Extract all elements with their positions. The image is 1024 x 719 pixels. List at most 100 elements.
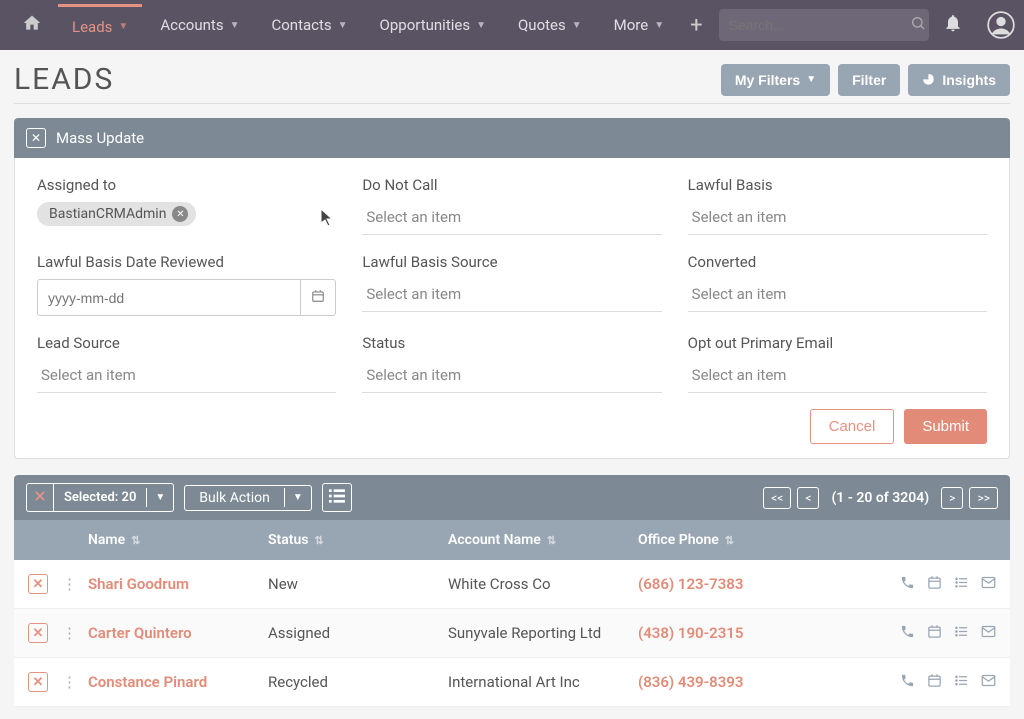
status-field: Status Select an item: [362, 334, 661, 393]
lead-name-link[interactable]: Constance Pinard: [88, 673, 268, 691]
nav-label: Contacts: [271, 16, 331, 34]
row-menu-icon[interactable]: ⋮: [62, 673, 77, 691]
calendar-icon[interactable]: [927, 673, 942, 692]
list-toolbar: Selected: 20 ▼ Bulk Action ▼ << < (1 - 2…: [14, 475, 1010, 520]
list-icon[interactable]: [954, 673, 969, 692]
date-input[interactable]: [37, 279, 301, 316]
lead-status: Assigned: [268, 624, 448, 642]
opt-out-field: Opt out Primary Email Select an item: [688, 334, 987, 393]
lead-source-field: Lead Source Select an item: [37, 334, 336, 393]
chevron-down-icon: ▼: [230, 20, 240, 31]
chevron-down-icon: ▼: [654, 20, 664, 31]
prev-page-button[interactable]: <: [797, 487, 819, 509]
do-not-call-field: Do Not Call Select an item: [362, 176, 661, 235]
row-menu-icon[interactable]: ⋮: [62, 624, 77, 642]
row-checkbox[interactable]: ✕: [28, 672, 48, 692]
row-checkbox[interactable]: ✕: [28, 623, 48, 643]
last-page-button[interactable]: >>: [969, 487, 998, 509]
submit-button[interactable]: Submit: [904, 409, 987, 444]
search-box[interactable]: [719, 9, 929, 41]
sort-icon: ⇅: [314, 534, 323, 547]
column-status[interactable]: Status⇅: [268, 532, 448, 548]
field-label: Status: [362, 334, 661, 352]
row-checkbox[interactable]: ✕: [28, 574, 48, 594]
chevron-down-icon: ▼: [476, 20, 486, 31]
search-input[interactable]: [729, 17, 910, 33]
column-phone[interactable]: Office Phone⇅: [638, 532, 858, 548]
list-icon[interactable]: [954, 575, 969, 594]
row-menu-icon[interactable]: ⋮: [62, 575, 77, 593]
mail-icon[interactable]: [981, 673, 996, 692]
sort-icon: ⇅: [131, 534, 140, 547]
lead-status: New: [268, 575, 448, 593]
mass-update-form: Assigned to BastianCRMAdmin ✕ Do Not Cal…: [14, 158, 1010, 459]
user-avatar-icon[interactable]: [977, 11, 1024, 39]
bulk-action-box[interactable]: Bulk Action ▼: [184, 485, 311, 511]
lead-name-link[interactable]: Carter Quintero: [88, 624, 268, 642]
list-icon[interactable]: [954, 624, 969, 643]
column-name[interactable]: Name⇅: [88, 532, 268, 548]
first-page-button[interactable]: <<: [763, 487, 791, 509]
next-page-button[interactable]: >: [941, 487, 963, 509]
calendar-icon[interactable]: [927, 624, 942, 643]
my-filters-button[interactable]: My Filters▼: [721, 64, 830, 96]
mail-icon[interactable]: [981, 624, 996, 643]
date-reviewed-field: Lawful Basis Date Reviewed: [37, 253, 336, 316]
chevron-down-icon: ▼: [572, 20, 582, 31]
bulk-action-label: Bulk Action: [185, 486, 284, 510]
filter-button[interactable]: Filter: [838, 64, 900, 96]
lawful-basis-field: Lawful Basis Select an item: [688, 176, 987, 235]
clear-selection-icon[interactable]: [27, 484, 54, 511]
nav-more[interactable]: More▼: [600, 8, 678, 42]
nav-label: Quotes: [518, 16, 566, 34]
field-label: Opt out Primary Email: [688, 334, 987, 352]
calendar-icon[interactable]: [927, 575, 942, 594]
nav-opportunities[interactable]: Opportunities ▼: [366, 8, 500, 42]
cancel-button[interactable]: Cancel: [810, 409, 895, 444]
lead-source-select[interactable]: Select an item: [37, 360, 336, 393]
field-label: Do Not Call: [362, 176, 661, 194]
chip-label: BastianCRMAdmin: [49, 206, 166, 222]
column-chooser-icon[interactable]: [322, 483, 352, 512]
selected-count: Selected: 20: [54, 486, 146, 509]
chevron-down-icon[interactable]: ▼: [284, 488, 311, 507]
assigned-chip[interactable]: BastianCRMAdmin ✕: [37, 202, 196, 226]
nav-label: Opportunities: [380, 16, 471, 34]
remove-chip-icon[interactable]: ✕: [172, 206, 188, 222]
phone-icon[interactable]: [900, 624, 915, 643]
close-icon[interactable]: ✕: [26, 128, 46, 148]
calendar-icon[interactable]: [301, 279, 336, 316]
converted-select[interactable]: Select an item: [688, 279, 987, 312]
nav-contacts[interactable]: Contacts▼: [257, 8, 361, 42]
phone-link[interactable]: (438) 190-2315: [638, 624, 858, 642]
nav-leads[interactable]: Leads ▼: [58, 4, 142, 44]
lead-status: Recycled: [268, 673, 448, 691]
lawful-basis-select[interactable]: Select an item: [688, 202, 987, 235]
nav-accounts[interactable]: Accounts ▼: [146, 8, 253, 42]
selection-box[interactable]: Selected: 20 ▼: [26, 483, 174, 512]
add-icon[interactable]: +: [682, 13, 710, 38]
opt-out-select[interactable]: Select an item: [688, 360, 987, 393]
phone-link[interactable]: (836) 439-8393: [638, 673, 858, 691]
lawful-basis-source-select[interactable]: Select an item: [362, 279, 661, 312]
chevron-down-icon: ▼: [118, 21, 128, 32]
phone-link[interactable]: (686) 123-7383: [638, 575, 858, 593]
mass-update-header: ✕ Mass Update: [14, 118, 1010, 158]
do-not-call-select[interactable]: Select an item: [362, 202, 661, 235]
lead-name-link[interactable]: Shari Goodrum: [88, 575, 268, 593]
nav-label: Accounts: [160, 16, 223, 34]
nav-label: Leads: [72, 18, 112, 36]
phone-icon[interactable]: [900, 673, 915, 692]
search-icon[interactable]: [910, 15, 926, 35]
account-name: International Art Inc: [448, 673, 638, 691]
chevron-down-icon[interactable]: ▼: [146, 488, 173, 507]
phone-icon[interactable]: [900, 575, 915, 594]
column-account[interactable]: Account Name⇅: [448, 532, 638, 548]
bell-icon[interactable]: [933, 13, 973, 37]
home-icon[interactable]: [10, 5, 54, 45]
mail-icon[interactable]: [981, 575, 996, 594]
status-select[interactable]: Select an item: [362, 360, 661, 393]
page-title: LEADS: [14, 62, 114, 97]
nav-quotes[interactable]: Quotes ▼: [504, 8, 596, 42]
insights-button[interactable]: Insights: [908, 64, 1010, 96]
